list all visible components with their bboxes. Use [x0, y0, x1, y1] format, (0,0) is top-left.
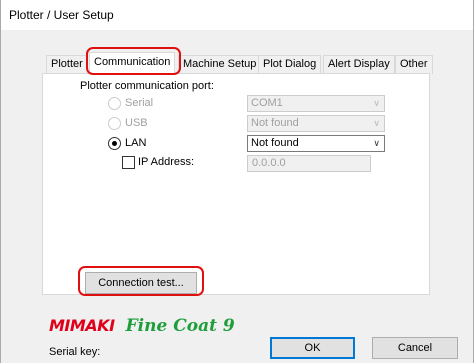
fine-coat-logo: Fine Coat 9: [125, 316, 235, 336]
mimaki-logo: MIMAKI: [49, 316, 115, 335]
tab-other[interactable]: Other: [395, 55, 433, 74]
serial-port-select[interactable]: COM1 ∨: [247, 95, 385, 112]
chevron-down-icon: ∨: [373, 98, 380, 108]
tab-alert-display[interactable]: Alert Display: [323, 55, 395, 74]
lan-port-value: Not found: [251, 137, 299, 149]
port-label: Plotter communication port:: [80, 80, 214, 92]
ip-address-field[interactable]: 0.0.0.0: [247, 155, 371, 172]
product-logo: MIMAKI Fine Coat 9: [49, 316, 235, 338]
communication-panel: Plotter communication port: Serial COM1 …: [42, 73, 430, 295]
window-title: Plotter / User Setup: [9, 8, 114, 22]
chevron-down-icon: ∨: [373, 138, 380, 148]
usb-radio[interactable]: [108, 117, 121, 130]
usb-port-value: Not found: [251, 117, 299, 129]
ip-address-label: IP Address:: [138, 156, 195, 168]
connection-test-button[interactable]: Connection test...: [85, 272, 197, 294]
ok-button[interactable]: OK: [270, 337, 355, 359]
usb-port-select[interactable]: Not found ∨: [247, 115, 385, 132]
serial-radio[interactable]: [108, 97, 121, 110]
tab-strip: Plotter Communication Machine Setup Plot…: [42, 52, 442, 74]
serial-key-label: Serial key:: [49, 346, 101, 358]
cancel-button[interactable]: Cancel: [372, 337, 458, 359]
lan-radio[interactable]: [108, 137, 121, 150]
tab-communication[interactable]: Communication: [89, 52, 176, 74]
serial-label: Serial: [125, 97, 154, 109]
plotter-user-setup-dialog: Plotter / User Setup Plotter Communicati…: [0, 0, 474, 363]
tab-plot-dialog[interactable]: Plot Dialog: [258, 55, 322, 74]
tab-plotter[interactable]: Plotter: [46, 55, 88, 74]
ip-address-checkbox[interactable]: [122, 156, 135, 169]
chevron-down-icon: ∨: [373, 118, 380, 128]
title-bar: Plotter / User Setup: [1, 0, 473, 30]
serial-port-value: COM1: [251, 97, 283, 109]
lan-port-select[interactable]: Not found ∨: [247, 135, 385, 152]
usb-label: USB: [125, 117, 148, 129]
tab-machine-setup[interactable]: Machine Setup: [178, 55, 262, 74]
lan-label: LAN: [125, 137, 147, 149]
